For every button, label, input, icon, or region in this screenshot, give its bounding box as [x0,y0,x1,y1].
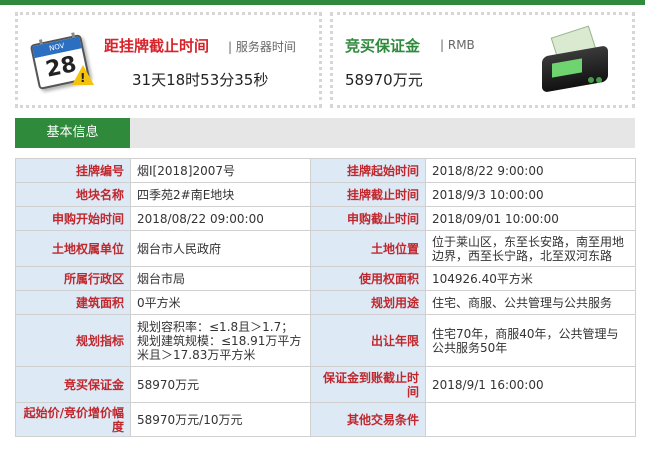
value-floor-area: 0平方米 [130,290,311,315]
label-planned-use: 规划用途 [310,290,426,315]
value-deposit: 58970万元 [130,366,311,403]
label-apply-start: 申购开始时间 [15,206,131,231]
label-plot-name: 地块名称 [15,182,131,207]
table-row: 地块名称 四季苑2#南E地块 挂牌截止时间 2018/9/3 10:00:00 [15,182,636,207]
label-deposit: 竞买保证金 [15,366,131,403]
label-listing-no: 挂牌编号 [15,158,131,183]
label-planning-index: 规划指标 [15,314,131,367]
value-lease-term: 住宅70年，商服40年，公共管理与公共服务50年 [425,314,636,367]
label-deposit-deadline: 保证金到账截止时间 [310,366,426,403]
value-apply-end: 2018/09/01 10:00:00 [425,206,636,231]
exclamation-mark: ! [80,71,86,85]
table-row: 竞买保证金 58970万元 保证金到账截止时间 2018/9/1 16:00:0… [15,366,636,403]
label-district: 所属行政区 [15,266,131,291]
table-row: 所属行政区 烟台市局 使用权面积 104926.40平方米 [15,266,636,291]
value-deposit-deadline: 2018/9/1 16:00:00 [425,366,636,403]
table-row: 土地权属单位 烟台市人民政府 土地位置 位于莱山区，东至长安路，南至用地边界，西… [15,230,636,267]
table-row: 规划指标 规划容积率：≤1.8且＞1.7；规划建筑规模：≤18.91万平方米且＞… [15,314,636,367]
value-listing-end: 2018/9/3 10:00:00 [425,182,636,207]
money-machine-icon [536,25,614,97]
machine-button [588,77,594,83]
section-header: 基本信息 [15,118,635,148]
currency-label: | RMB [440,38,475,52]
label-floor-area: 建筑面积 [15,290,131,315]
label-other-terms: 其他交易条件 [310,402,426,437]
server-time-text: 服务器时间 [235,40,296,54]
value-planning-index: 规划容积率：≤1.8且＞1.7；规划建筑规模：≤18.91万平方米且＞17.83… [130,314,311,367]
top-accent-bar [0,0,645,5]
label-apply-end: 申购截止时间 [310,206,426,231]
deposit-value: 58970万元 [345,71,423,89]
tab-basic-info[interactable]: 基本信息 [15,118,130,148]
value-other-terms [425,402,636,437]
label-lease-term: 出让年限 [310,314,426,367]
label-land-owner: 土地权属单位 [15,230,131,267]
value-land-location: 位于莱山区，东至长安路，南至用地边界，西至长宁路，北至双河东路 [425,230,636,267]
value-district: 烟台市局 [130,266,311,291]
table-row: 建筑面积 0平方米 规划用途 住宅、商服、公共管理与公共服务 [15,290,636,315]
label-use-area: 使用权面积 [310,266,426,291]
value-listing-start: 2018/8/22 9:00:00 [425,158,636,183]
calendar-warning-icon: NOV 28 ! [28,25,96,93]
table-row: 起始价/竞价增价幅度 58970万元/10万元 其他交易条件 [15,402,636,437]
table-row: 挂牌编号 烟Ⅰ[2018]2007号 挂牌起始时间 2018/8/22 9:00… [15,158,636,183]
value-start-price: 58970万元/10万元 [130,402,311,437]
value-use-area: 104926.40平方米 [425,266,636,291]
countdown-value: 31天18时53分35秒 [132,71,269,89]
label-start-price: 起始价/竞价增价幅度 [15,402,131,437]
countdown-title: 距挂牌截止时间 [104,37,210,55]
currency-text: RMB [447,38,475,52]
label-land-location: 土地位置 [310,230,426,267]
countdown-card: NOV 28 ! 距挂牌截止时间 | 服务器时间 31天18时53分35秒 [15,12,322,108]
server-time-label: | 服务器时间 [228,40,296,54]
deposit-card: 竞买保证金 | RMB 58970万元 [330,12,635,108]
value-plot-name: 四季苑2#南E地块 [130,182,311,207]
value-planned-use: 住宅、商服、公共管理与公共服务 [425,290,636,315]
table-row: 申购开始时间 2018/08/22 09:00:00 申购截止时间 2018/0… [15,206,636,231]
label-listing-start: 挂牌起始时间 [310,158,426,183]
value-apply-start: 2018/08/22 09:00:00 [130,206,311,231]
machine-button [596,77,602,83]
value-land-owner: 烟台市人民政府 [130,230,311,267]
label-listing-end: 挂牌截止时间 [310,182,426,207]
deposit-title: 竞买保证金 [345,37,421,55]
value-listing-no: 烟Ⅰ[2018]2007号 [130,158,311,183]
basic-info-table: 挂牌编号 烟Ⅰ[2018]2007号 挂牌起始时间 2018/8/22 9:00… [15,158,636,437]
